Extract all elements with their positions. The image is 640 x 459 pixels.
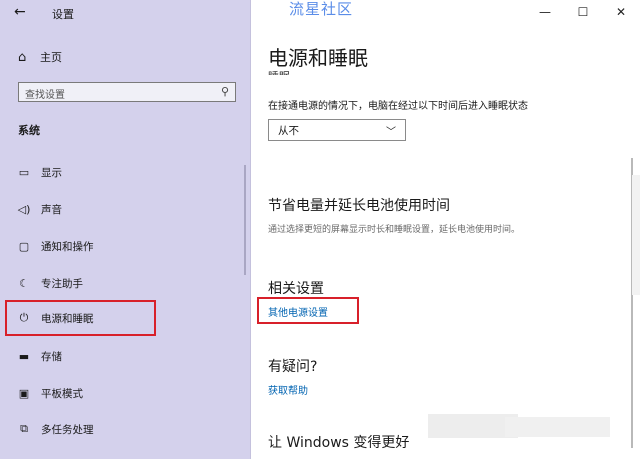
monitor-icon: ▭ [18, 165, 30, 179]
search-input[interactable] [19, 86, 221, 105]
improve-windows-heading: 让 Windows 变得更好 [268, 435, 410, 451]
sidebar-item-focus-assist[interactable]: ☾ 专注助手 [0, 271, 250, 295]
question-heading: 有疑问? [268, 359, 318, 375]
edge-artifact [632, 175, 640, 295]
moon-icon: ☾ [19, 276, 29, 290]
sleep-dropdown[interactable]: 从不 ﹀ [268, 119, 406, 141]
home-icon: ⌂ [18, 49, 27, 65]
sidebar-item-label: 专注助手 [41, 277, 83, 290]
sidebar-item-tablet-mode[interactable]: ▣ 平板模式 [0, 381, 250, 405]
related-settings-heading: 相关设置 [268, 281, 324, 297]
battery-heading: 节省电量并延长电池使用时间 [268, 198, 450, 214]
home-link[interactable]: ⌂ 主页 [18, 49, 62, 65]
main-content: 流星社区 — ☐ ✕ 电源和睡眠 睡眠 在接通电源的情况下，电脑在经过以下时间后… [251, 0, 640, 459]
window-controls: — ☐ ✕ [526, 5, 640, 19]
link-highlight-box [257, 297, 359, 324]
sidebar-item-sound[interactable]: ◁) 声音 [0, 197, 250, 221]
search-icon[interactable]: ⚲ [221, 85, 229, 98]
battery-description: 通过选择更短的屏幕显示时长和睡眠设置，延长电池使用时间。 [268, 225, 521, 235]
sidebar-item-label: 显示 [41, 166, 62, 179]
chevron-down-icon: ﹀ [386, 127, 396, 138]
get-help-link[interactable]: 获取帮助 [268, 382, 308, 397]
sidebar-item-label: 存储 [41, 350, 62, 363]
sidebar-item-label: 通知和操作 [41, 240, 94, 253]
notification-icon: ▢ [18, 239, 30, 253]
sleep-setting-label: 在接通电源的情况下，电脑在经过以下时间后进入睡眠状态 [268, 101, 528, 112]
speaker-icon: ◁) [17, 202, 31, 216]
sleep-heading-partial: 睡眠 [268, 66, 290, 75]
maximize-icon[interactable]: ☐ [564, 5, 602, 19]
minimize-icon[interactable]: — [526, 5, 564, 19]
search-box[interactable]: ⚲ [18, 82, 236, 105]
selection-highlight-box [5, 300, 156, 336]
app-title: 设置 [52, 8, 74, 21]
sidebar-item-notifications[interactable]: ▢ 通知和操作 [0, 234, 250, 258]
back-arrow-icon[interactable]: ← [14, 4, 26, 20]
sidebar-item-multitasking[interactable]: ⧉ 多任务处理 [0, 417, 250, 441]
home-label: 主页 [40, 51, 62, 64]
sidebar-item-label: 多任务处理 [41, 423, 94, 436]
blurred-area [505, 417, 610, 437]
sidebar-item-label: 声音 [41, 203, 62, 216]
section-label: 系统 [18, 124, 40, 137]
multitask-icon: ⧉ [20, 422, 28, 435]
storage-icon: ▬ [18, 349, 30, 363]
sleep-dropdown-value: 从不 [278, 124, 299, 137]
close-icon[interactable]: ✕ [602, 5, 640, 19]
sidebar-item-storage[interactable]: ▬ 存储 [0, 344, 250, 368]
sidebar: ← 设置 ⌂ 主页 ⚲ 系统 ▭ 显示 ◁) 声音 ▢ 通知和操作 ☾ 专注助手… [0, 0, 251, 459]
sidebar-item-label: 平板模式 [41, 387, 83, 400]
sidebar-item-display[interactable]: ▭ 显示 [0, 160, 250, 184]
watermark: 流星社区 [289, 0, 354, 18]
tablet-icon: ▣ [18, 386, 30, 400]
sidebar-scrollbar[interactable] [244, 165, 246, 275]
